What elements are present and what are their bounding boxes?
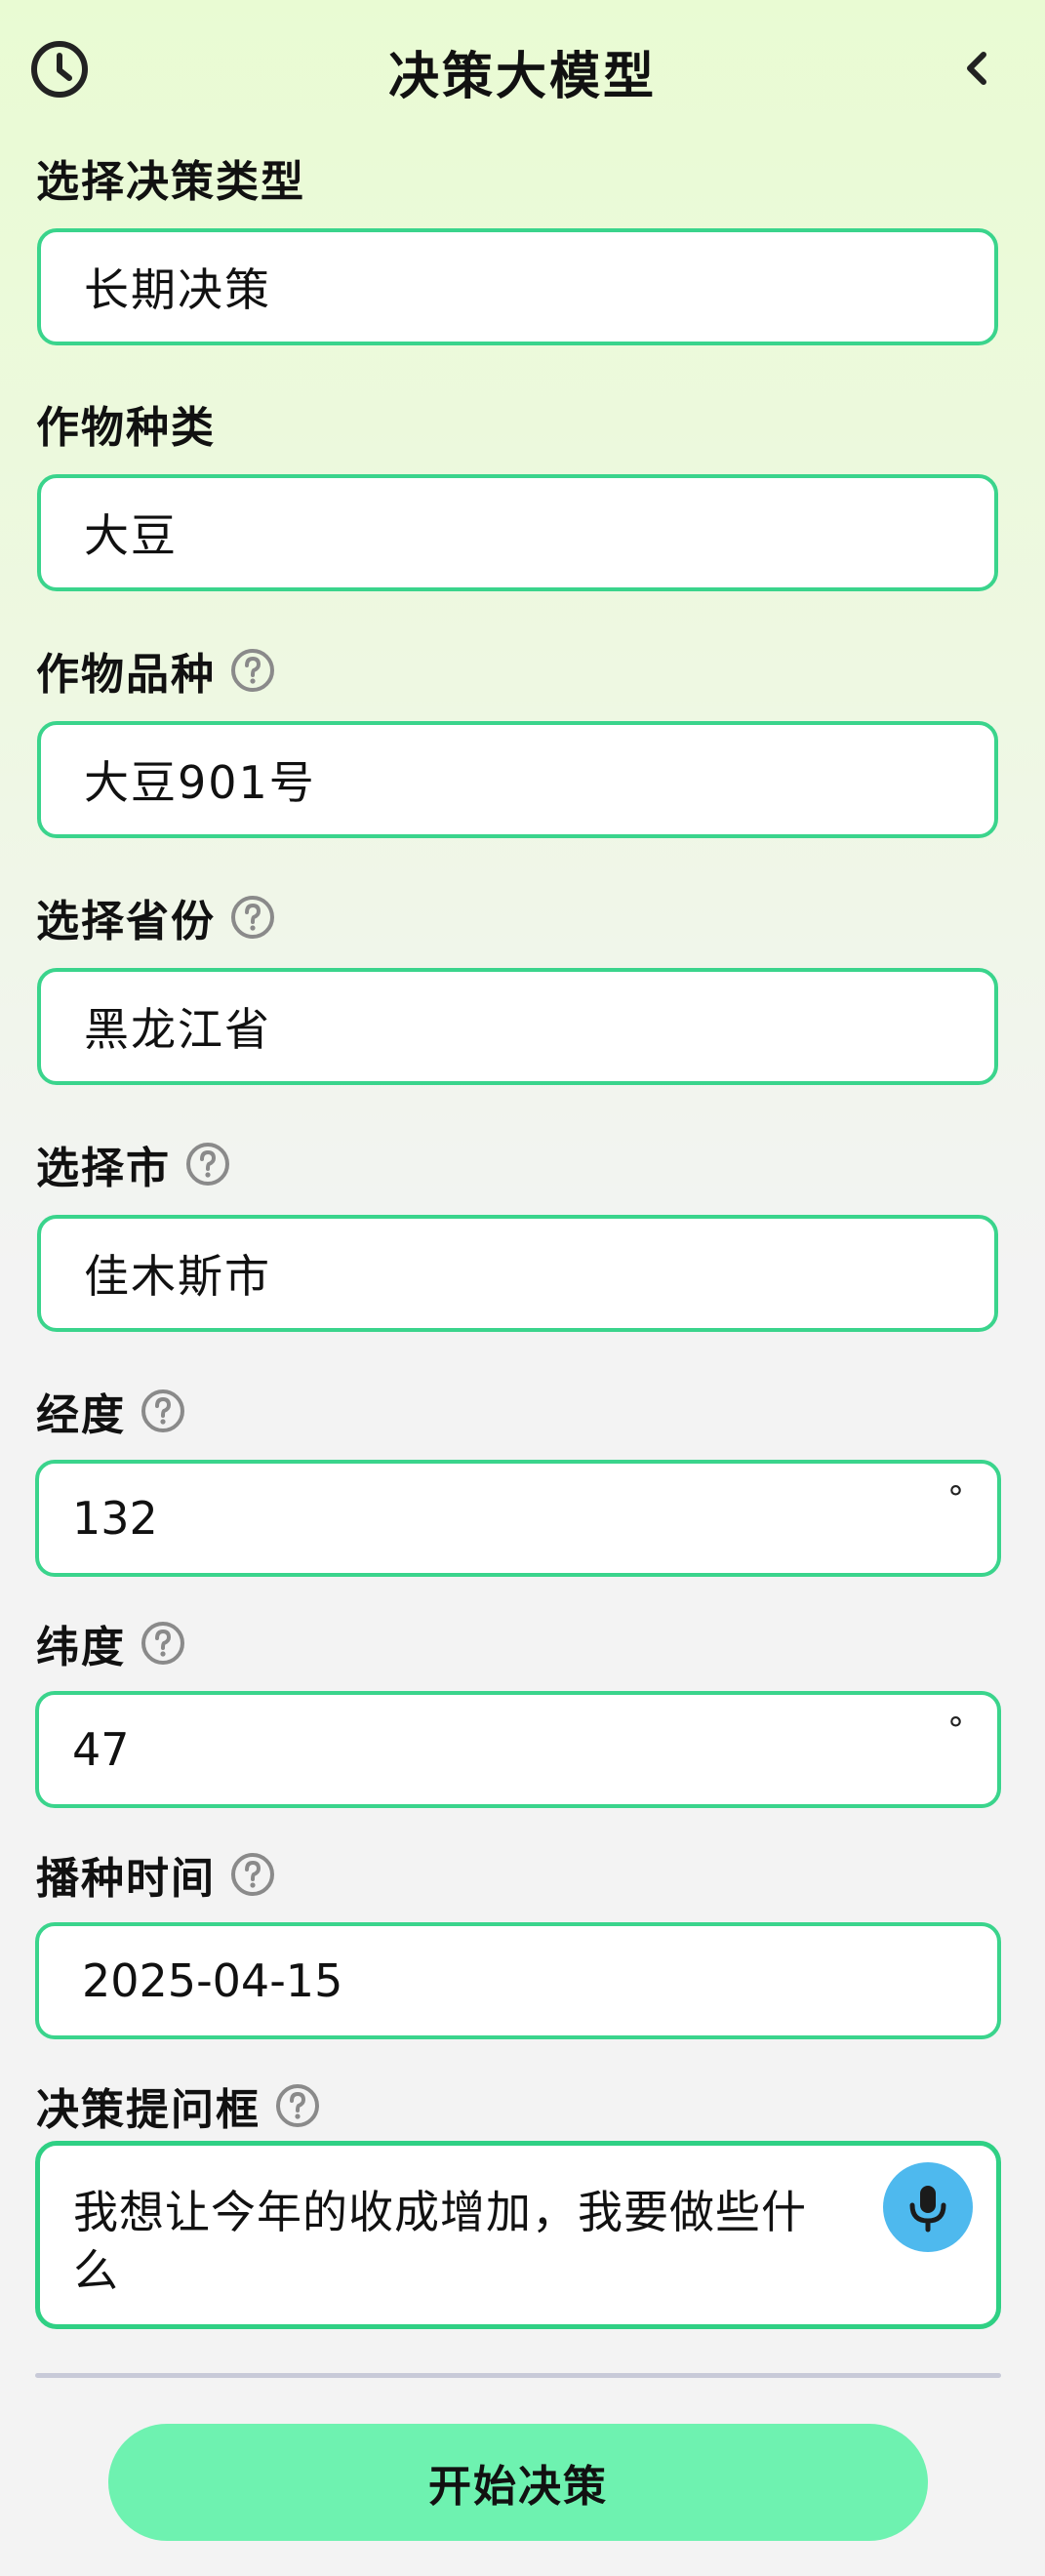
question-circle-icon[interactable] <box>229 894 276 941</box>
question-circle-icon[interactable] <box>140 1388 186 1434</box>
crop-variety-label: 作物品种 <box>36 641 276 700</box>
question-text: 我想让今年的收成增加，我要做些什么 <box>73 2186 807 2297</box>
province-select[interactable]: 黑龙江省 <box>37 968 998 1085</box>
chevron-left-icon[interactable] <box>954 45 1001 92</box>
latitude-value: 47 <box>72 1723 130 1776</box>
crop-variety-value: 大豆901号 <box>84 756 316 809</box>
question-circle-icon[interactable] <box>140 1620 186 1667</box>
sowing-time-label: 播种时间 <box>36 1845 276 1904</box>
crop-variety-select[interactable]: 大豆901号 <box>37 721 998 838</box>
decision-type-value: 长期决策 <box>84 263 271 316</box>
city-select[interactable]: 佳木斯市 <box>37 1215 998 1332</box>
question-textarea[interactable]: 我想让今年的收成增加，我要做些什么 <box>35 2141 1001 2329</box>
province-value: 黑龙江省 <box>84 1003 271 1056</box>
crop-type-label: 作物种类 <box>36 403 216 453</box>
question-label: 决策提问框 <box>36 2076 321 2135</box>
longitude-label: 经度 <box>36 1382 186 1440</box>
page-title: 决策大模型 <box>387 48 657 106</box>
longitude-input[interactable]: 132 ° <box>35 1460 1001 1577</box>
header: 决策大模型 <box>0 0 1045 137</box>
divider <box>35 2373 1001 2378</box>
microphone-icon <box>909 2186 946 2233</box>
latitude-unit: ° <box>947 1711 964 1750</box>
question-circle-icon[interactable] <box>184 1141 231 1187</box>
city-value: 佳木斯市 <box>84 1250 271 1303</box>
sowing-time-value: 2025-04-15 <box>82 1954 343 2007</box>
crop-type-select[interactable]: 大豆 <box>37 474 998 591</box>
question-circle-icon[interactable] <box>274 2082 321 2129</box>
decision-type-label: 选择决策类型 <box>36 157 305 207</box>
decision-type-select[interactable]: 长期决策 <box>37 228 998 345</box>
voice-input-button[interactable] <box>883 2162 973 2252</box>
province-label: 选择省份 <box>36 888 276 946</box>
latitude-input[interactable]: 47 ° <box>35 1691 1001 1808</box>
city-label: 选择市 <box>36 1135 231 1193</box>
start-decision-button[interactable]: 开始决策 <box>108 2424 928 2541</box>
crop-type-value: 大豆 <box>84 509 178 562</box>
longitude-value: 132 <box>72 1492 158 1545</box>
question-circle-icon[interactable] <box>229 1851 276 1898</box>
longitude-unit: ° <box>947 1479 964 1518</box>
question-circle-icon[interactable] <box>229 647 276 694</box>
sowing-time-picker[interactable]: 2025-04-15 <box>35 1922 1001 2039</box>
latitude-label: 纬度 <box>36 1614 186 1672</box>
